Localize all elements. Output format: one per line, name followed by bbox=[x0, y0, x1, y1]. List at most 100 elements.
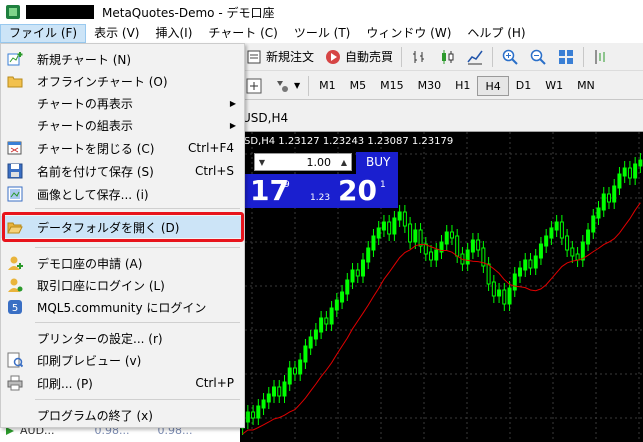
timeframe-d1[interactable]: D1 bbox=[509, 76, 538, 96]
timeframe-h4[interactable]: H4 bbox=[477, 75, 509, 96]
menu-item-save-as[interactable]: 名前を付けて保存 (S) Ctrl+S bbox=[1, 160, 244, 182]
menu-insert[interactable]: 挿入(I) bbox=[147, 24, 200, 43]
app-icon bbox=[6, 5, 20, 19]
menu-window[interactable]: ウィンドウ (W) bbox=[358, 24, 459, 43]
menu-item-new-chart[interactable]: 新規チャート (N) bbox=[1, 48, 244, 70]
candle-body bbox=[622, 167, 627, 177]
candle-body bbox=[329, 307, 334, 325]
menu-item-chart-profiles[interactable]: チャートの組表示 ▶ bbox=[1, 114, 244, 136]
menu-help[interactable]: ヘルプ (H) bbox=[459, 24, 533, 43]
menu-chart[interactable]: チャート (C) bbox=[200, 24, 285, 43]
candle-body bbox=[371, 235, 376, 251]
shapes-icon bbox=[277, 80, 288, 92]
lot-increase-icon[interactable]: ▲ bbox=[337, 158, 351, 167]
lot-size-value[interactable]: 1.00 bbox=[269, 156, 337, 169]
candle-body bbox=[491, 281, 496, 297]
bar-chart-button[interactable] bbox=[405, 46, 433, 68]
demo-account-icon bbox=[8, 256, 23, 270]
login-icon bbox=[8, 278, 23, 292]
new-order-button[interactable]: 新規注文 bbox=[240, 46, 319, 68]
candle-body bbox=[638, 159, 643, 167]
mql5-icon: 5 bbox=[8, 300, 22, 314]
zoom-out-icon bbox=[530, 49, 546, 65]
toolbar-separator bbox=[583, 46, 585, 67]
buy-price-area[interactable]: 1.23 20 1 bbox=[290, 174, 398, 208]
menu-item-exit[interactable]: プログラムの終了 (x) bbox=[1, 404, 244, 426]
timeframe-w1[interactable]: W1 bbox=[538, 76, 570, 96]
zoom-in-button[interactable] bbox=[496, 46, 524, 68]
menu-separator bbox=[35, 208, 240, 209]
candle-body bbox=[277, 386, 282, 397]
submenu-arrow-icon: ▶ bbox=[229, 120, 236, 130]
candle-body bbox=[444, 231, 449, 245]
menu-tools[interactable]: ツール (T) bbox=[286, 24, 359, 43]
zoom-out-button[interactable] bbox=[524, 46, 552, 68]
timeframe-m1[interactable]: M1 bbox=[312, 76, 343, 96]
candle-body bbox=[518, 267, 523, 277]
menu-item-printer-setup[interactable]: プリンターの設定... (r) bbox=[1, 327, 244, 349]
buy-label: BUY bbox=[366, 155, 391, 169]
menu-item-label: 画像として保存... (i) bbox=[37, 187, 149, 202]
candle-body bbox=[266, 393, 271, 403]
candle-body bbox=[565, 235, 570, 251]
price-chart[interactable]: SD,H4 1.23127 1.23243 1.23087 1.23179 ▼ … bbox=[240, 132, 643, 442]
menu-separator bbox=[35, 247, 240, 248]
file-menu-dropdown: 新規チャート (N) オフラインチャート (O) チャートの再表示 ▶ チャート… bbox=[0, 43, 245, 428]
candle-body bbox=[523, 259, 528, 271]
objects-dropdown[interactable]: ▼ bbox=[268, 75, 305, 97]
candle-chart-button[interactable] bbox=[433, 46, 461, 68]
sell-price-big: 17 bbox=[250, 174, 289, 207]
menu-item-close-chart[interactable]: チャートを閉じる (C) Ctrl+F4 bbox=[1, 137, 244, 159]
candle-body bbox=[360, 259, 365, 277]
line-chart-button[interactable] bbox=[461, 46, 489, 68]
candle-body bbox=[627, 167, 632, 179]
cursor-icon bbox=[246, 78, 262, 93]
candle-body bbox=[559, 221, 564, 239]
auto-trade-button[interactable]: 自動売買 bbox=[319, 46, 398, 68]
timeframe-m30[interactable]: M30 bbox=[411, 76, 449, 96]
timeframe-m15[interactable]: M15 bbox=[373, 76, 411, 96]
print-preview-icon bbox=[7, 352, 23, 368]
menu-item-print-preview[interactable]: 印刷プレビュー (v) bbox=[1, 349, 244, 371]
buy-price-big: 20 bbox=[338, 174, 377, 207]
candle-body bbox=[350, 269, 355, 283]
candle-body bbox=[392, 217, 397, 235]
toolbar-separator bbox=[492, 46, 494, 67]
menu-item-label: 印刷プレビュー (v) bbox=[37, 353, 142, 368]
candle-body bbox=[381, 221, 386, 231]
timeframe-mn[interactable]: MN bbox=[570, 76, 602, 96]
menu-item-label: 名前を付けて保存 (S) bbox=[37, 164, 154, 179]
menu-item-demo-account[interactable]: デモ口座の申請 (A) bbox=[1, 252, 244, 274]
auto-trade-label: 自動売買 bbox=[345, 50, 394, 64]
menu-item-refresh-chart[interactable]: チャートの再表示 ▶ bbox=[1, 92, 244, 114]
menu-bar: ファイル (F) 表示 (V) 挿入(I) チャート (C) ツール (T) ウ… bbox=[0, 24, 643, 43]
chevron-down-icon: ▼ bbox=[294, 81, 301, 90]
candle-body bbox=[256, 405, 261, 419]
title-bar: MetaQuotes-Demo - デモ口座 bbox=[0, 0, 643, 24]
menu-separator bbox=[35, 399, 240, 400]
menu-item-save-image[interactable]: 画像として保存... (i) bbox=[1, 183, 244, 205]
chart-shift-button[interactable] bbox=[587, 46, 615, 68]
candle-body bbox=[633, 163, 638, 179]
timeframe-m5[interactable]: M5 bbox=[343, 76, 374, 96]
menu-item-login-mql5[interactable]: 5 MQL5.community にログイン bbox=[1, 296, 244, 318]
candle-body bbox=[282, 381, 287, 397]
menu-item-print[interactable]: 印刷... (P) Ctrl+P bbox=[1, 372, 244, 394]
candle-body bbox=[486, 263, 491, 285]
sell-price-button[interactable]: 17 9 bbox=[240, 174, 290, 208]
candle-body bbox=[261, 399, 266, 409]
timeframe-h1[interactable]: H1 bbox=[448, 76, 477, 96]
zoom-in-icon bbox=[502, 49, 518, 65]
lot-decrease-icon[interactable]: ▼ bbox=[255, 158, 269, 167]
tile-windows-button[interactable] bbox=[552, 46, 580, 68]
lot-size-stepper[interactable]: ▼ 1.00 ▲ bbox=[254, 153, 352, 171]
save-icon bbox=[7, 163, 23, 179]
candle-body bbox=[554, 221, 559, 231]
menu-view[interactable]: 表示 (V) bbox=[86, 24, 147, 43]
menu-item-login-trade-account[interactable]: 取引口座にログイン (L) bbox=[1, 274, 244, 296]
menu-item-offline-chart[interactable]: オフラインチャート (O) bbox=[1, 70, 244, 92]
candle-body bbox=[287, 367, 292, 385]
candle-body bbox=[272, 386, 277, 397]
close-chart-icon bbox=[7, 141, 22, 155]
menu-file[interactable]: ファイル (F) bbox=[0, 24, 87, 43]
